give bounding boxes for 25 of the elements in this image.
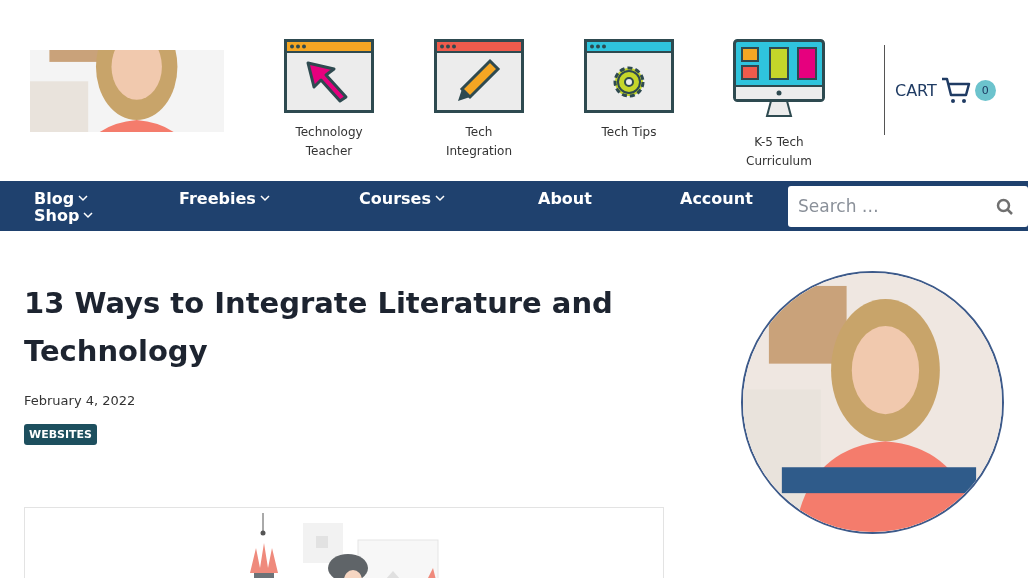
gear-icon xyxy=(584,39,674,113)
chevron-down-icon xyxy=(259,195,270,202)
pencil-icon xyxy=(434,39,524,113)
post-date: February 4, 2022 xyxy=(24,393,137,408)
nav-link[interactable]: Courses xyxy=(359,189,538,208)
nav-link[interactable]: Account xyxy=(680,189,788,208)
article-title: 13 Ways to Integrate Literature and Technology xyxy=(24,285,614,370)
category-tag[interactable]: WEBSITES xyxy=(24,424,97,445)
category-link[interactable]: Tech Tips xyxy=(584,39,674,171)
category-link[interactable]: K-5 Tech Curriculum xyxy=(734,39,824,171)
chevron-down-icon xyxy=(434,195,445,202)
chevron-down-icon xyxy=(83,212,94,219)
nav-link[interactable]: Freebies xyxy=(179,189,359,208)
cart-link[interactable]: CART 0 xyxy=(895,76,996,104)
monitor-icon xyxy=(733,39,825,119)
cart-count: 0 xyxy=(974,79,996,101)
search-icon[interactable] xyxy=(996,197,1014,216)
category-link[interactable]: Technology Teacher xyxy=(284,39,374,171)
shopping-cart-icon xyxy=(940,76,971,104)
nav-link[interactable]: Blog xyxy=(34,189,179,208)
category-link[interactable]: Tech Integration xyxy=(434,39,524,171)
nav-link[interactable]: About xyxy=(538,189,680,208)
chevron-down-icon xyxy=(78,195,89,202)
search-field[interactable]: Search … xyxy=(788,185,1028,227)
nav-link[interactable]: Shop xyxy=(34,206,179,225)
